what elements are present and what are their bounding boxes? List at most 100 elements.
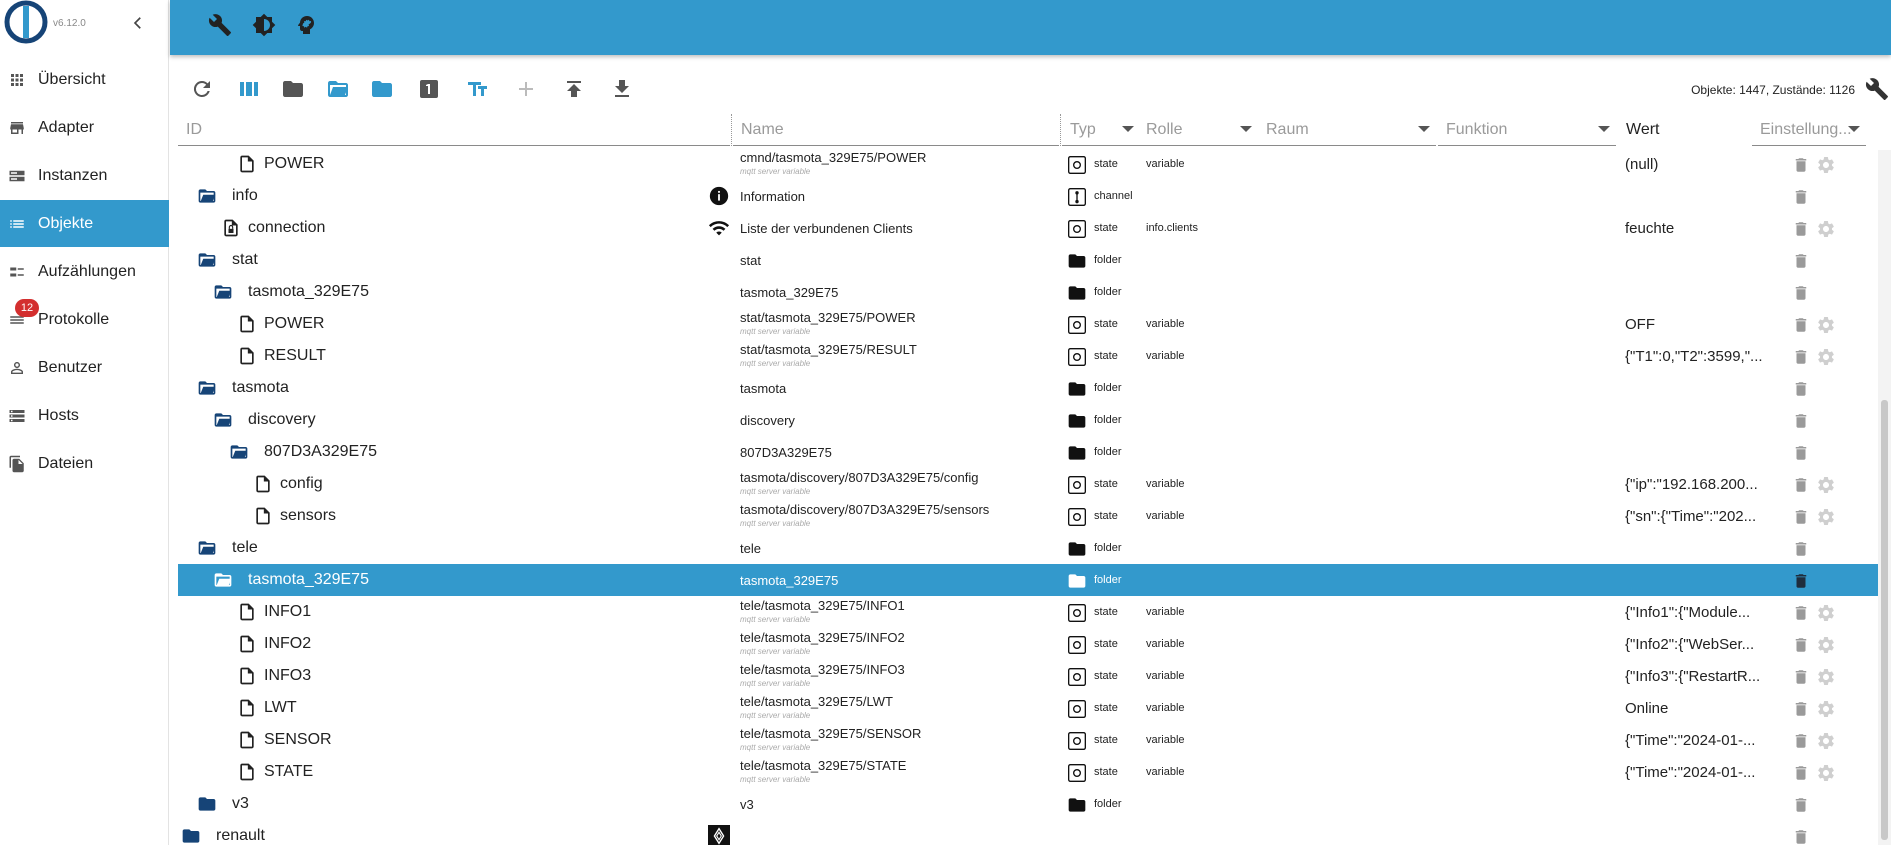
delete-icon[interactable] (1792, 507, 1810, 527)
sidebar-item-übersicht[interactable]: Übersicht (0, 56, 169, 103)
object-role[interactable]: variable (1146, 702, 1185, 714)
delete-icon[interactable] (1792, 443, 1810, 463)
object-name[interactable]: stat (740, 253, 761, 268)
object-name[interactable]: cmnd/tasmota_329E75/POWER (740, 150, 926, 165)
table-row[interactable]: sensors tasmota/discovery/807D3A329E75/se… (178, 500, 1878, 532)
object-value[interactable]: {"Info3":{"RestartR... (1625, 668, 1765, 685)
object-role[interactable]: variable (1146, 766, 1185, 778)
table-row[interactable]: SENSOR tele/tasmota_329E75/SENSOR mqtt ser… (178, 724, 1878, 756)
object-role[interactable]: variable (1146, 478, 1185, 490)
table-row[interactable]: tasmota_329E75 tasmota_329E75 folder (178, 564, 1878, 596)
wrench-icon[interactable] (1865, 77, 1889, 101)
object-value[interactable]: {"Time":"2024-01-... (1625, 732, 1765, 749)
gear-icon[interactable] (1816, 347, 1836, 367)
object-value[interactable]: {"Info2":{"WebSer... (1625, 636, 1765, 653)
sidebar-item-instanzen[interactable]: Instanzen (0, 152, 169, 199)
object-name[interactable]: tasmota_329E75 (740, 573, 838, 588)
type-filter-select[interactable]: Typ (1062, 114, 1140, 146)
add-icon[interactable] (514, 77, 538, 101)
table-row[interactable]: STATE tele/tasmota_329E75/STATE mqtt serve… (178, 756, 1878, 788)
delete-icon[interactable] (1792, 283, 1810, 303)
object-value[interactable]: {"Info1":{"Module... (1625, 604, 1765, 621)
expert-head-icon[interactable] (294, 13, 318, 37)
table-row[interactable]: tasmota tasmota folder (178, 372, 1878, 404)
refresh-icon[interactable] (190, 77, 214, 101)
folder-open-icon[interactable] (212, 282, 234, 302)
table-row[interactable]: discovery discovery folder (178, 404, 1878, 436)
table-row[interactable]: LWT tele/tasmota_329E75/LWT mqtt server va… (178, 692, 1878, 724)
object-name[interactable]: tele/tasmota_329E75/LWT (740, 694, 893, 709)
object-role[interactable]: variable (1146, 318, 1185, 330)
gear-icon[interactable] (1816, 699, 1836, 719)
object-value[interactable]: {"Time":"2024-01-... (1625, 764, 1765, 781)
scrollbar-thumb[interactable] (1881, 400, 1888, 840)
object-name[interactable]: tasmota/discovery/807D3A329E75/config (740, 470, 978, 485)
brightness-icon[interactable] (252, 13, 276, 37)
object-name[interactable]: Liste der verbundenen Clients (740, 221, 913, 236)
object-name[interactable]: tele/tasmota_329E75/INFO2 (740, 630, 905, 645)
id-filter-input[interactable]: ID (178, 114, 730, 146)
delete-icon[interactable] (1792, 475, 1810, 495)
object-value[interactable]: feuchte (1625, 220, 1765, 237)
download-icon[interactable] (610, 77, 634, 101)
delete-icon[interactable] (1792, 155, 1810, 175)
folder-open-icon[interactable] (196, 378, 218, 398)
folder-open-icon[interactable] (326, 77, 350, 101)
object-name[interactable]: tele/tasmota_329E75/SENSOR (740, 726, 921, 741)
delete-icon[interactable] (1792, 763, 1810, 783)
sidebar-item-protokolle[interactable]: Protokolle 12 (0, 296, 169, 343)
table-row[interactable]: INFO1 tele/tasmota_329E75/INFO1 mqtt serve… (178, 596, 1878, 628)
object-value[interactable]: OFF (1625, 316, 1765, 333)
sidebar-item-benutzer[interactable]: Benutzer (0, 344, 169, 391)
object-value[interactable]: (null) (1625, 156, 1765, 173)
delete-icon[interactable] (1792, 603, 1810, 623)
text-size-icon[interactable] (466, 77, 490, 101)
table-row[interactable]: RESULT stat/tasmota_329E75/RESULT mqtt ser… (178, 340, 1878, 372)
gear-icon[interactable] (1816, 155, 1836, 175)
table-row[interactable]: INFO3 tele/tasmota_329E75/INFO3 mqtt serve… (178, 660, 1878, 692)
gear-icon[interactable] (1816, 635, 1836, 655)
gear-icon[interactable] (1816, 603, 1836, 623)
object-name[interactable]: tele/tasmota_329E75/INFO3 (740, 662, 905, 677)
folder-expand-icon[interactable] (370, 77, 394, 101)
object-role[interactable]: variable (1146, 350, 1185, 362)
object-role[interactable]: variable (1146, 606, 1185, 618)
delete-icon[interactable] (1792, 571, 1810, 591)
folder-open-icon[interactable] (228, 442, 250, 462)
delete-icon[interactable] (1792, 667, 1810, 687)
folder-open-icon[interactable] (212, 570, 234, 590)
settings-filter-select[interactable]: Einstellung... (1752, 114, 1866, 146)
delete-icon[interactable] (1792, 635, 1810, 655)
object-name[interactable]: stat/tasmota_329E75/POWER (740, 310, 916, 325)
object-name[interactable]: tasmota/discovery/807D3A329E75/sensors (740, 502, 989, 517)
number-one-icon[interactable] (417, 77, 441, 101)
object-name[interactable]: tele (740, 541, 761, 556)
gear-icon[interactable] (1816, 763, 1836, 783)
object-name[interactable]: discovery (740, 413, 795, 428)
object-name[interactable]: tele/tasmota_329E75/STATE (740, 758, 906, 773)
table-row[interactable]: connection Liste der verbundenen Clients s… (178, 212, 1878, 244)
table-row[interactable]: POWER cmnd/tasmota_329E75/POWER mqtt serve… (178, 148, 1878, 180)
object-role[interactable]: variable (1146, 158, 1185, 170)
object-role[interactable]: variable (1146, 510, 1185, 522)
folder-open-icon[interactable] (196, 186, 218, 206)
object-value[interactable]: {"ip":"192.168.200... (1625, 476, 1765, 493)
delete-icon[interactable] (1792, 731, 1810, 751)
folder-open-icon[interactable] (212, 410, 234, 430)
delete-icon[interactable] (1792, 411, 1810, 431)
sidebar-item-objekte[interactable]: Objekte (0, 200, 169, 247)
object-role[interactable]: variable (1146, 638, 1185, 650)
table-row[interactable]: stat stat folder (178, 244, 1878, 276)
gear-icon[interactable] (1816, 667, 1836, 687)
sidebar-item-aufzählungen[interactable]: Aufzählungen (0, 248, 169, 295)
folder-icon[interactable] (281, 77, 305, 101)
delete-icon[interactable] (1792, 795, 1810, 815)
table-row[interactable]: INFO2 tele/tasmota_329E75/INFO2 mqtt serve… (178, 628, 1878, 660)
delete-icon[interactable] (1792, 539, 1810, 559)
table-row[interactable]: POWER stat/tasmota_329E75/POWER mqtt serve… (178, 308, 1878, 340)
sidebar-item-hosts[interactable]: Hosts (0, 392, 169, 439)
delete-icon[interactable] (1792, 699, 1810, 719)
wrench-icon[interactable] (208, 13, 232, 37)
delete-icon[interactable] (1792, 219, 1810, 239)
table-row[interactable]: config tasmota/discovery/807D3A329E75/con… (178, 468, 1878, 500)
